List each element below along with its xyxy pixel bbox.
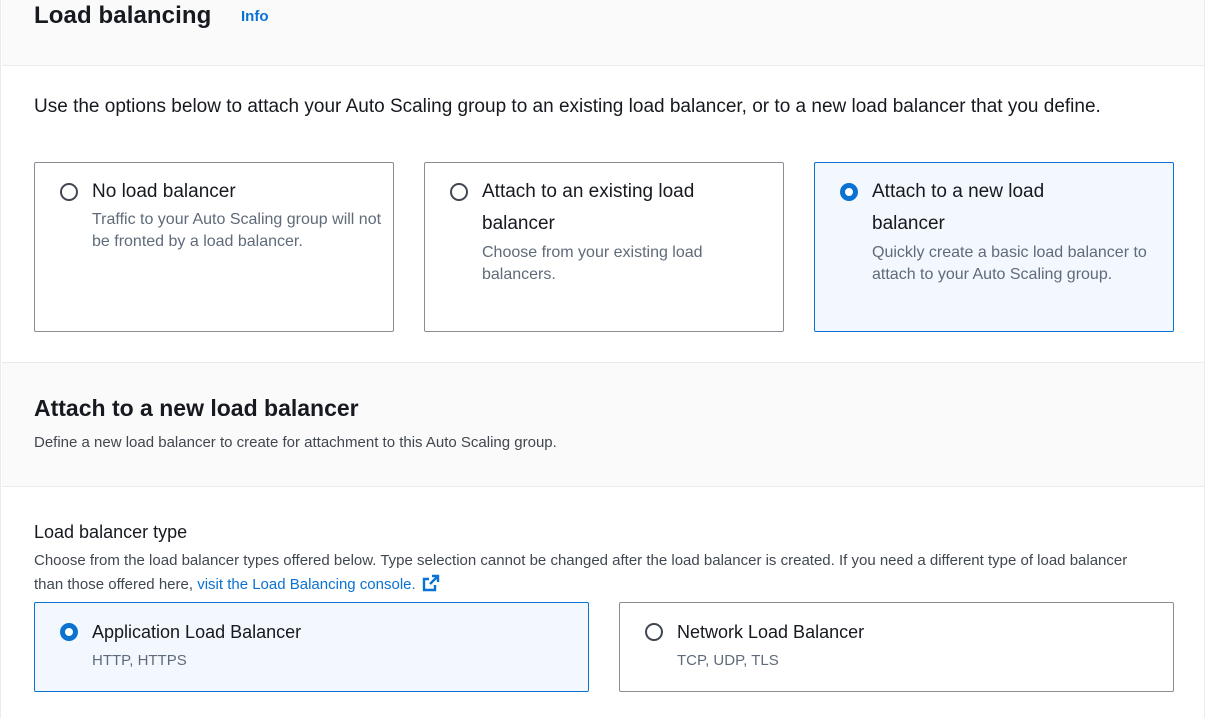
radio-existing-load-balancer[interactable] bbox=[450, 183, 468, 201]
option-application-load-balancer[interactable]: Application Load Balancer HTTP, HTTPS bbox=[34, 602, 589, 692]
section-title: Attach to a new load balancer bbox=[34, 395, 359, 421]
lb-type-label: Load balancer type bbox=[34, 522, 188, 542]
option-description: TCP, UDP, TLS bbox=[677, 652, 779, 669]
info-link[interactable]: Info bbox=[241, 8, 269, 25]
external-link-icon[interactable] bbox=[422, 574, 440, 600]
option-title: Attach to an existing load balancer bbox=[482, 181, 695, 234]
radio-no-load-balancer[interactable] bbox=[60, 183, 78, 201]
option-network-load-balancer[interactable]: Network Load Balancer TCP, UDP, TLS bbox=[619, 602, 1174, 692]
option-description: HTTP, HTTPS bbox=[92, 652, 187, 669]
option-title: Attach to a new load balancer bbox=[872, 181, 1045, 234]
section-header-band bbox=[2, 362, 1204, 487]
option-description: Quickly create a basic load balancer to … bbox=[872, 244, 1147, 283]
option-title: Application Load Balancer bbox=[92, 622, 302, 642]
radio-network-load-balancer[interactable] bbox=[645, 623, 663, 641]
intro-text: Use the options below to attach your Aut… bbox=[34, 96, 1101, 117]
load-balancing-console-link[interactable]: visit the Load Balancing console. bbox=[197, 576, 415, 593]
option-no-load-balancer[interactable]: No load balancer Traffic to your Auto Sc… bbox=[34, 162, 394, 332]
load-balancing-panel: Load balancing Info Use the options belo… bbox=[0, 0, 1205, 718]
option-description: Choose from your existing load balancers… bbox=[482, 244, 703, 283]
section-description: Define a new load balancer to create for… bbox=[34, 434, 557, 451]
lb-type-description: Choose from the load balancer types offe… bbox=[34, 549, 1154, 600]
option-title: No load balancer bbox=[92, 181, 236, 202]
option-title: Network Load Balancer bbox=[677, 622, 865, 642]
radio-new-load-balancer[interactable] bbox=[840, 183, 858, 201]
radio-application-load-balancer[interactable] bbox=[60, 623, 78, 641]
option-description: Traffic to your Auto Scaling group will … bbox=[92, 211, 382, 250]
option-new-load-balancer[interactable]: Attach to a new load balancer Quickly cr… bbox=[814, 162, 1174, 332]
option-existing-load-balancer[interactable]: Attach to an existing load balancer Choo… bbox=[424, 162, 784, 332]
page-title: Load balancing bbox=[34, 2, 212, 29]
